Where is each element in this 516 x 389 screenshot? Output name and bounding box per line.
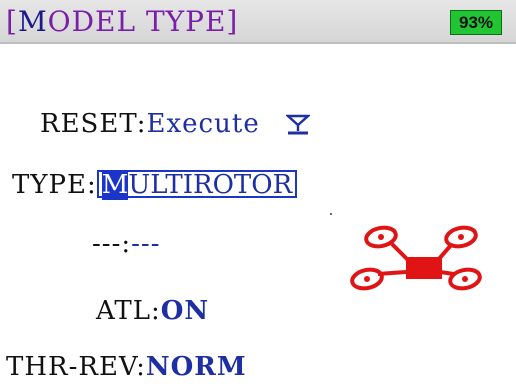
battery-indicator: 93% xyxy=(450,10,502,35)
title-text: ODEL TYPE] xyxy=(47,5,239,38)
type-value-field[interactable]: MULTIROTOR xyxy=(96,170,298,200)
reset-row[interactable]: RESET:Execute xyxy=(40,109,260,139)
type-row[interactable]: TYPE: MULTIROTOR xyxy=(12,170,298,200)
subtype-row[interactable]: ---:--- xyxy=(92,229,160,259)
stray-pixel xyxy=(330,213,332,215)
atl-label: ATL: xyxy=(96,296,161,326)
thr-rev-label: THR-REV: xyxy=(6,352,146,382)
type-label: TYPE: xyxy=(12,170,97,200)
thr-rev-value[interactable]: NORM xyxy=(146,352,247,382)
execute-arrow-icon[interactable] xyxy=(286,114,310,136)
reset-value[interactable]: Execute xyxy=(147,109,260,139)
title-bar: [MODEL TYPE] 93% xyxy=(0,0,516,44)
atl-value[interactable]: ON xyxy=(161,296,209,326)
quadcopter-icon xyxy=(350,225,482,291)
atl-row[interactable]: ATL:ON xyxy=(96,296,209,326)
thr-rev-row[interactable]: THR-REV:NORM xyxy=(6,352,247,382)
subtype-label: ---: xyxy=(92,229,132,259)
reset-label: RESET: xyxy=(40,109,147,139)
subtype-value[interactable]: --- xyxy=(131,229,160,259)
type-value: ULTIROTOR xyxy=(128,170,293,200)
title-bracket: [ xyxy=(6,5,18,38)
title-cursor-char: M xyxy=(17,5,48,38)
type-value-cursor: M xyxy=(101,170,129,200)
page-title: [MODEL TYPE] xyxy=(6,5,238,38)
